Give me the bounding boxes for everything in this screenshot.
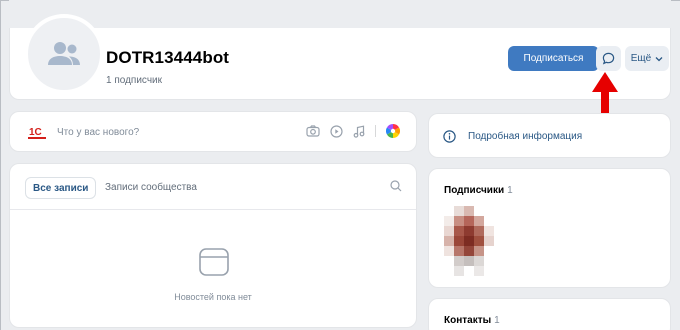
- avatar-pixel: [464, 266, 474, 276]
- music-icon[interactable]: [353, 124, 365, 138]
- camera-icon[interactable]: [306, 125, 320, 137]
- profile-header: DOTR13444bot 1 подписчик Подписаться Ещё: [9, 14, 671, 100]
- followers-count: 1: [507, 185, 513, 196]
- followers-card: Подписчики 1: [428, 168, 671, 288]
- search-icon[interactable]: [390, 180, 402, 192]
- followers-title-label: Подписчики: [444, 185, 505, 196]
- avatar-pixel: [454, 236, 464, 246]
- avatar-pixel: [444, 206, 454, 216]
- avatar-pixel: [474, 256, 484, 266]
- svg-text:1С: 1С: [29, 127, 42, 138]
- message-icon: [602, 52, 615, 65]
- avatar-pixel: [454, 256, 464, 266]
- avatar-pixel: [464, 216, 474, 226]
- video-icon[interactable]: [330, 124, 343, 138]
- info-card[interactable]: Подробная информация: [428, 113, 671, 158]
- logo-1c-icon: 1С: [27, 125, 47, 141]
- avatar-pixel: [444, 226, 454, 236]
- contacts-card: Контакты 1: [428, 298, 671, 330]
- avatar-pixel: [474, 206, 484, 216]
- avatar-pixel: [454, 266, 464, 276]
- contacts-title-label: Контакты: [444, 315, 492, 326]
- avatar-pixel: [474, 216, 484, 226]
- avatar-pixel: [474, 236, 484, 246]
- avatar-pixel: [454, 226, 464, 236]
- followers-title[interactable]: Подписчики 1: [444, 185, 513, 196]
- follower-avatar[interactable]: [444, 206, 494, 276]
- avatar-pixel: [464, 206, 474, 216]
- new-post-placeholder[interactable]: Что у вас нового?: [57, 127, 139, 138]
- feed-tabs: Все записи Записи сообщества: [10, 164, 416, 210]
- avatar-pixel: [444, 236, 454, 246]
- avatar-pixel: [454, 206, 464, 216]
- color-wheel-icon[interactable]: [386, 124, 400, 138]
- avatar-pixel: [464, 246, 474, 256]
- new-post-composer[interactable]: 1С Что у вас нового?: [9, 111, 417, 152]
- avatar-pixel: [484, 216, 494, 226]
- profile-name: DOTR13444bot: [106, 48, 230, 67]
- avatar-pixel: [484, 236, 494, 246]
- contacts-count: 1: [494, 315, 500, 326]
- more-label: Ещё: [630, 53, 652, 64]
- avatar-pixel: [484, 266, 494, 276]
- divider: [375, 125, 376, 137]
- subscriber-count[interactable]: 1 подписчик: [106, 75, 162, 86]
- avatar-pixel: [464, 236, 474, 246]
- message-button[interactable]: [596, 46, 621, 71]
- tab-all-posts[interactable]: Все записи: [25, 177, 97, 199]
- avatar[interactable]: [24, 14, 104, 94]
- chevron-down-icon: [655, 56, 663, 61]
- tab-community-posts[interactable]: Записи сообщества: [105, 182, 197, 193]
- avatar-pixel: [484, 226, 494, 236]
- wall-feed: Все записи Записи сообщества Новостей по…: [9, 163, 417, 328]
- empty-feed-text: Новостей пока нет: [174, 292, 252, 302]
- info-icon: [443, 130, 456, 143]
- avatar-pixel: [484, 206, 494, 216]
- avatar-pixel: [464, 226, 474, 236]
- avatar-pixel: [454, 246, 464, 256]
- avatar-pixel: [484, 246, 494, 256]
- avatar-pixel: [474, 226, 484, 236]
- avatar-pixel: [444, 266, 454, 276]
- contacts-title[interactable]: Контакты 1: [444, 315, 500, 326]
- avatar-pixel: [444, 256, 454, 266]
- more-button[interactable]: Ещё: [625, 46, 669, 71]
- users-icon: [48, 42, 80, 65]
- info-link[interactable]: Подробная информация: [468, 131, 582, 142]
- avatar-pixel: [474, 266, 484, 276]
- new-post-attachments: [306, 124, 400, 138]
- empty-feed-icon: [199, 248, 229, 276]
- avatar-pixel: [444, 216, 454, 226]
- avatar-pixel: [484, 256, 494, 266]
- subscribe-button[interactable]: Подписаться: [508, 46, 599, 71]
- avatar-pixel: [464, 256, 474, 266]
- avatar-pixel: [444, 246, 454, 256]
- avatar-pixel: [454, 216, 464, 226]
- avatar-pixel: [474, 246, 484, 256]
